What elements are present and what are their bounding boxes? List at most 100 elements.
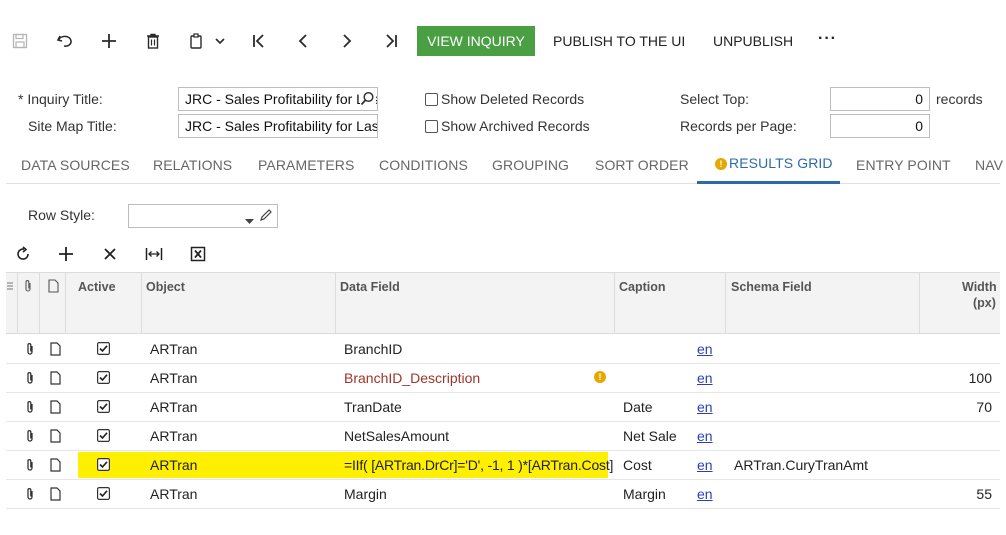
publish-button[interactable]: PUBLISH TO THE UI bbox=[553, 33, 685, 49]
show-archived-checkbox[interactable] bbox=[425, 120, 438, 133]
attachment-icon[interactable] bbox=[25, 371, 35, 388]
attachment-header-icon bbox=[23, 279, 33, 296]
active-checkbox[interactable] bbox=[97, 342, 111, 358]
delete-icon[interactable] bbox=[140, 28, 166, 54]
last-record-icon[interactable] bbox=[378, 28, 404, 54]
active-tab-indicator bbox=[697, 181, 840, 184]
note-icon[interactable] bbox=[50, 342, 61, 359]
show-archived-label: Show Archived Records bbox=[441, 118, 590, 134]
attachment-icon[interactable] bbox=[25, 458, 35, 475]
records-per-page-input[interactable]: 0 bbox=[830, 114, 930, 138]
next-record-icon[interactable] bbox=[334, 28, 360, 54]
unpublish-button[interactable]: UNPUBLISH bbox=[713, 33, 793, 49]
caption-cell: Date bbox=[623, 399, 653, 415]
row-style-label: Row Style: bbox=[28, 207, 95, 223]
chevron-down-icon[interactable] bbox=[245, 212, 254, 228]
records-per-page-label: Records per Page: bbox=[680, 118, 797, 134]
column-header-width[interactable]: Width bbox=[962, 280, 997, 294]
attachment-icon[interactable] bbox=[25, 400, 35, 417]
note-icon[interactable] bbox=[50, 400, 61, 417]
object-cell: ARTran bbox=[150, 486, 198, 502]
chevron-down-icon[interactable] bbox=[210, 28, 230, 54]
note-icon[interactable] bbox=[50, 487, 61, 504]
column-header-data-field[interactable]: Data Field bbox=[340, 280, 400, 294]
note-icon[interactable] bbox=[50, 371, 61, 388]
active-checkbox[interactable] bbox=[97, 458, 111, 474]
warning-icon: ! bbox=[715, 158, 727, 170]
inquiry-title-input[interactable]: JRC - Sales Profitability for Last bbox=[178, 87, 378, 111]
select-top-suffix: records bbox=[936, 91, 983, 107]
tab-entry-point[interactable]: ENTRY POINT bbox=[856, 157, 951, 173]
column-header-object[interactable]: Object bbox=[146, 280, 185, 294]
fit-width-icon[interactable] bbox=[145, 246, 163, 265]
data-field-cell: =IIf( [ARTran.DrCr]='D', -1, 1 )*[ARTran… bbox=[344, 457, 614, 473]
view-inquiry-button[interactable]: VIEW INQUIRY bbox=[417, 26, 535, 56]
show-deleted-label: Show Deleted Records bbox=[441, 91, 585, 107]
tab-nav[interactable]: NAV bbox=[975, 157, 1003, 173]
attachment-icon[interactable] bbox=[25, 487, 35, 504]
copy-paste-icon[interactable] bbox=[184, 28, 210, 54]
tab-relations[interactable]: RELATIONS bbox=[153, 157, 232, 173]
search-icon[interactable] bbox=[360, 91, 376, 107]
export-excel-icon[interactable] bbox=[190, 246, 206, 265]
data-field-cell: Margin bbox=[344, 486, 387, 502]
schema-field-cell: ARTran.CuryTranAmt bbox=[734, 457, 869, 473]
column-header-active[interactable]: Active bbox=[78, 280, 116, 294]
language-link[interactable]: en bbox=[697, 457, 713, 473]
tab-grouping[interactable]: GROUPING bbox=[492, 157, 569, 173]
refresh-icon[interactable] bbox=[15, 246, 31, 265]
undo-icon[interactable] bbox=[52, 28, 78, 54]
language-link[interactable]: en bbox=[697, 341, 713, 357]
object-cell: ARTran bbox=[150, 457, 198, 473]
column-header-caption[interactable]: Caption bbox=[619, 280, 666, 294]
data-field-cell: NetSalesAmount bbox=[344, 428, 450, 444]
tab-parameters[interactable]: PARAMETERS bbox=[258, 157, 354, 173]
language-link[interactable]: en bbox=[697, 486, 713, 502]
row-style-select[interactable] bbox=[128, 204, 278, 228]
width-cell: 100 bbox=[968, 370, 992, 386]
language-link[interactable]: en bbox=[697, 370, 713, 386]
show-deleted-checkbox[interactable] bbox=[425, 93, 438, 106]
select-top-label: Select Top: bbox=[680, 91, 750, 107]
attachment-icon[interactable] bbox=[25, 429, 35, 446]
column-header-schema-field[interactable]: Schema Field bbox=[731, 280, 812, 294]
tab-data-sources[interactable]: DATA SOURCES bbox=[21, 157, 130, 173]
add-icon[interactable] bbox=[96, 28, 122, 54]
object-cell: ARTran bbox=[150, 370, 198, 386]
language-link[interactable]: en bbox=[697, 399, 713, 415]
save-icon[interactable] bbox=[7, 28, 33, 54]
tab-conditions[interactable]: CONDITIONS bbox=[379, 157, 468, 173]
delete-row-icon[interactable] bbox=[103, 247, 117, 264]
site-map-title-value: JRC - Sales Profitability for Last bbox=[185, 118, 378, 134]
language-link[interactable]: en bbox=[697, 428, 713, 444]
width-cell: 55 bbox=[976, 486, 992, 502]
object-cell: ARTran bbox=[150, 341, 198, 357]
active-checkbox[interactable] bbox=[97, 487, 111, 503]
data-field-cell: BranchID_Description bbox=[344, 370, 481, 386]
tab-results-grid[interactable]: RESULTS GRID bbox=[729, 155, 833, 171]
more-menu-button[interactable]: ··· bbox=[818, 30, 837, 48]
data-field-cell: TranDate bbox=[344, 399, 402, 415]
inquiry-title-label: * Inquiry Title: bbox=[18, 91, 103, 107]
active-checkbox[interactable] bbox=[97, 371, 111, 387]
site-map-title-input[interactable]: JRC - Sales Profitability for Last bbox=[178, 114, 378, 138]
note-icon[interactable] bbox=[50, 429, 61, 446]
add-row-icon[interactable] bbox=[58, 246, 74, 265]
note-header-icon bbox=[48, 279, 59, 296]
inquiry-title-value: JRC - Sales Profitability for Last bbox=[185, 91, 378, 107]
previous-record-icon[interactable] bbox=[290, 28, 316, 54]
field-warning-icon[interactable]: ! bbox=[594, 371, 606, 383]
select-top-input[interactable]: 0 bbox=[830, 87, 930, 111]
object-cell: ARTran bbox=[150, 428, 198, 444]
first-record-icon[interactable] bbox=[246, 28, 272, 54]
data-field-cell: BranchID bbox=[344, 341, 403, 357]
active-checkbox[interactable] bbox=[97, 429, 111, 445]
note-icon[interactable] bbox=[50, 458, 61, 475]
column-selector-icon[interactable] bbox=[6, 280, 14, 296]
caption-cell: Cost bbox=[623, 457, 652, 473]
column-header-width-unit: (px) bbox=[973, 296, 996, 310]
active-checkbox[interactable] bbox=[97, 400, 111, 416]
attachment-icon[interactable] bbox=[25, 342, 35, 359]
edit-pencil-icon[interactable] bbox=[259, 208, 273, 225]
tab-sort-order[interactable]: SORT ORDER bbox=[595, 157, 689, 173]
